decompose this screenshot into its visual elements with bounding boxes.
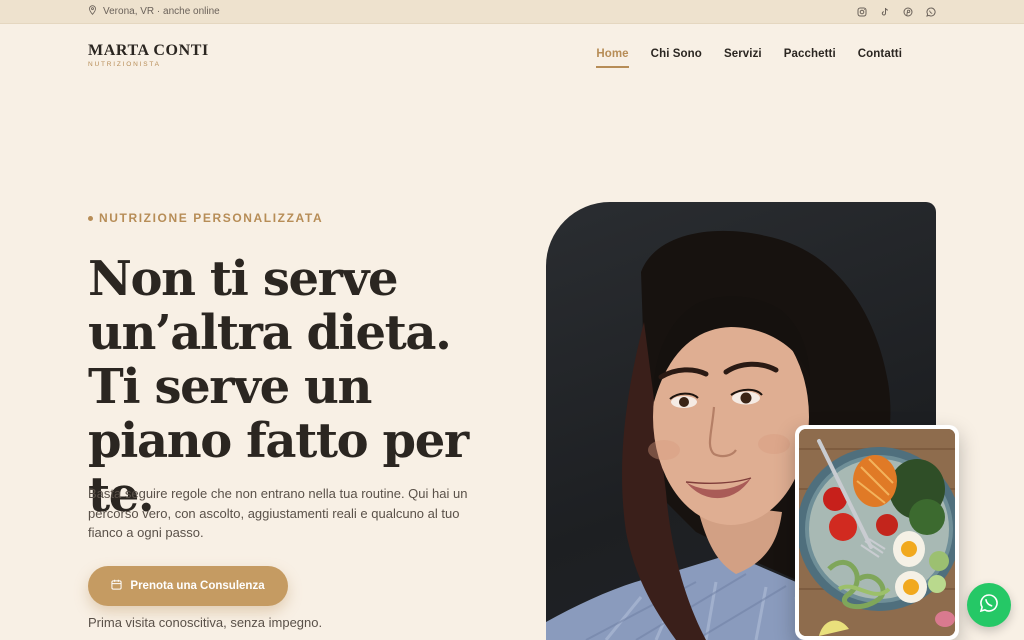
whatsapp-chat-button[interactable] — [967, 583, 1011, 627]
brand-name: MARTA CONTI — [88, 42, 209, 59]
hero-note: Prima visita conoscitiva, senza impegno. — [88, 615, 323, 630]
eyebrow-text: NUTRIZIONE PERSONALIZZATA — [99, 211, 324, 225]
social-links — [856, 6, 936, 17]
nav-item-servizi[interactable]: Servizi — [724, 48, 762, 66]
map-pin-icon — [88, 5, 97, 18]
book-consultation-button[interactable]: Prenota una Consulenza — [88, 566, 288, 606]
food-photo-card — [795, 425, 959, 640]
location-text: Verona, VR · anche online — [103, 6, 220, 17]
pinterest-icon[interactable] — [902, 6, 913, 17]
nav-item-contatti[interactable]: Contatti — [858, 48, 902, 66]
nav-item-chi-sono[interactable]: Chi Sono — [651, 48, 702, 66]
tiktok-icon[interactable] — [879, 6, 890, 17]
location: Verona, VR · anche online — [88, 5, 220, 18]
instagram-icon[interactable] — [856, 6, 867, 17]
whatsapp-icon — [979, 593, 999, 618]
food-photo — [799, 429, 955, 636]
top-bar: Verona, VR · anche online — [0, 0, 1024, 24]
hero-eyebrow: NUTRIZIONE PERSONALIZZATA — [88, 211, 323, 225]
nav-item-pacchetti[interactable]: Pacchetti — [784, 48, 836, 66]
eyebrow-dot — [88, 215, 93, 221]
brand-logo[interactable]: MARTA CONTI NUTRIZIONISTA — [88, 42, 209, 68]
nav-item-home[interactable]: Home — [596, 48, 630, 68]
cta-label: Prenota una Consulenza — [130, 580, 265, 592]
hero-headline: Non ti serve un’altra dieta. Ti serve un… — [88, 251, 469, 523]
whatsapp-icon[interactable] — [925, 6, 936, 17]
hero-intro: Basta seguire regole che non entrano nel… — [88, 486, 468, 540]
brand-subtitle: NUTRIZIONISTA — [88, 61, 161, 68]
calendar-icon — [111, 579, 122, 593]
main-nav: Home Chi Sono Servizi Pacchetti Contatti — [596, 48, 902, 68]
